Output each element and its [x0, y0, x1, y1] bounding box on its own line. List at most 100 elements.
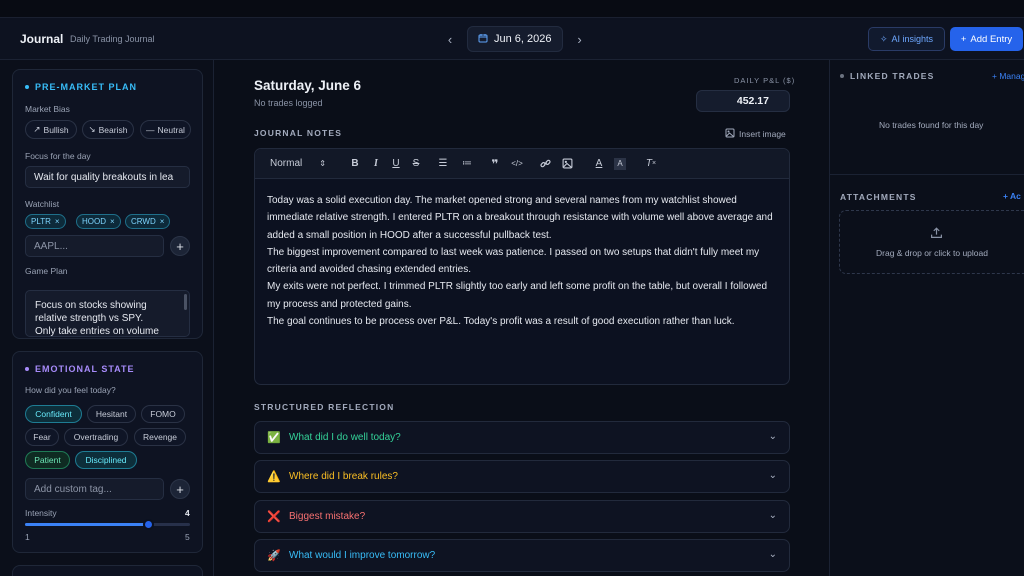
- bold-icon[interactable]: B: [344, 154, 366, 174]
- ai-insights-label: AI insights: [891, 34, 934, 44]
- previous-day-chevron-icon[interactable]: ‹: [441, 30, 459, 48]
- chevron-down-icon[interactable]: ⌄: [769, 431, 777, 442]
- link-icon[interactable]: [532, 154, 558, 174]
- intensity-value: 4: [185, 508, 190, 518]
- add-tag-plus-icon[interactable]: +: [170, 479, 190, 499]
- add-entry-button[interactable]: + Add Entry: [950, 27, 1023, 51]
- custom-tag-input[interactable]: Add custom tag...: [25, 478, 164, 500]
- watchlist-input[interactable]: AAPL...: [25, 235, 164, 257]
- emotion-tag-fomo[interactable]: FOMO: [141, 405, 185, 423]
- quote-icon[interactable]: ❞: [482, 154, 508, 174]
- date-navigator: ‹ Jun 6, 2026 ›: [441, 26, 589, 52]
- reflection-broke-rules[interactable]: ⚠️ Where did I break rules? ⌄: [254, 460, 790, 493]
- journal-notes-heading: JOURNAL NOTES: [254, 128, 343, 138]
- code-icon[interactable]: </>: [508, 154, 526, 174]
- remove-tag-icon[interactable]: ×: [55, 217, 60, 226]
- select-arrows-icon: ⇕: [319, 159, 326, 168]
- watchlist-tag[interactable]: CRWD ×: [125, 214, 171, 229]
- emotion-tag-revenge[interactable]: Revenge: [134, 428, 186, 446]
- journal-main: Saturday, June 6 No trades logged DAILY …: [214, 60, 829, 576]
- ordered-list-icon[interactable]: ☰: [430, 154, 456, 174]
- daily-pnl-input[interactable]: 452.17: [696, 90, 790, 112]
- next-section-card: [12, 565, 203, 576]
- sparkle-icon: ✧: [879, 33, 888, 44]
- next-day-chevron-icon[interactable]: ›: [571, 30, 589, 48]
- emotion-tag-disciplined[interactable]: Disciplined: [75, 451, 137, 469]
- bias-bullish-button[interactable]: ↗ Bullish: [25, 120, 77, 139]
- game-plan-line: relative strength vs SPY.: [35, 313, 144, 324]
- watchlist-tag-label: PLTR: [31, 217, 51, 226]
- trade-count-status: No trades logged: [254, 98, 323, 108]
- emotion-tag-patient[interactable]: Patient: [25, 451, 70, 469]
- ai-insights-button[interactable]: ✧ AI insights: [868, 27, 945, 51]
- chevron-down-icon[interactable]: ⌄: [769, 470, 777, 481]
- intensity-label: Intensity: [25, 508, 57, 518]
- textarea-scrollbar[interactable]: [184, 294, 187, 310]
- pre-market-plan-title-text: PRE-MARKET PLAN: [35, 82, 137, 92]
- pre-market-plan-card: PRE-MARKET PLAN Market Bias ↗ Bullish ↘ Be…: [12, 69, 203, 339]
- emotional-state-card: EMOTIONAL STATE How did you feel today? …: [12, 351, 203, 553]
- italic-icon[interactable]: I: [366, 154, 386, 174]
- note-paragraph: My exits were not perfect. I trimmed PLT…: [267, 281, 768, 310]
- reflection-biggest-mistake[interactable]: ❌ Biggest mistake? ⌄: [254, 500, 790, 533]
- market-bias-label: Market Bias: [25, 104, 70, 114]
- game-plan-line: Focus on stocks showing: [35, 300, 147, 311]
- intensity-slider-handle[interactable]: [143, 519, 155, 530]
- upload-icon: [930, 226, 943, 242]
- watchlist-label: Watchlist: [25, 199, 60, 209]
- chevron-down-icon[interactable]: ⌄: [769, 510, 777, 521]
- reflection-label: What did I do well today?: [289, 432, 401, 443]
- feeling-question: How did you feel today?: [25, 385, 116, 395]
- linked-trades-heading: LINKED TRADES: [840, 71, 935, 81]
- emotion-tag-fear[interactable]: Fear: [25, 428, 59, 446]
- plus-icon: +: [960, 33, 967, 45]
- game-plan-line: Only take entries on volume: [35, 326, 159, 337]
- text-format-select[interactable]: Normal ⇕: [270, 154, 332, 174]
- remove-tag-icon[interactable]: ×: [110, 217, 115, 226]
- bias-bearish-button[interactable]: ↘ Bearish: [82, 120, 134, 139]
- remove-tag-icon[interactable]: ×: [160, 217, 165, 226]
- note-paragraph: Today was a solid execution day. The mar…: [267, 195, 773, 241]
- intensity-slider[interactable]: [25, 519, 190, 530]
- current-date-label: Jun 6, 2026: [494, 33, 552, 45]
- emotion-tag-confident[interactable]: Confident: [25, 405, 82, 423]
- daily-pnl-label: DAILY P&L ($): [734, 76, 796, 85]
- bias-neutral-button[interactable]: — Neutral: [140, 120, 191, 139]
- editor-toolbar: Normal ⇕ B I U S ☰ ≔ ❞ </> A A T ×: [255, 149, 789, 179]
- attachment-dropzone[interactable]: Drag & drop or click to upload: [839, 210, 1024, 274]
- bullet-list-icon[interactable]: ≔: [456, 154, 478, 174]
- highlight-color-icon[interactable]: A: [614, 157, 626, 170]
- manage-trades-link[interactable]: + Manag: [992, 71, 1024, 81]
- add-attachment-button[interactable]: + Ac: [1003, 191, 1021, 201]
- date-picker-button[interactable]: Jun 6, 2026: [467, 26, 563, 52]
- text-color-icon[interactable]: A: [584, 154, 614, 174]
- left-sidebar: PRE-MARKET PLAN Market Bias ↗ Bullish ↘ Be…: [0, 60, 214, 576]
- pre-market-plan-title: PRE-MARKET PLAN: [25, 82, 137, 92]
- bias-bearish-label: Bearish: [98, 124, 128, 135]
- add-ticker-plus-icon[interactable]: +: [170, 236, 190, 256]
- editor-content[interactable]: Today was a solid execution day. The mar…: [255, 179, 789, 330]
- watchlist-tag-label: HOOD: [82, 217, 106, 226]
- focus-input[interactable]: Wait for quality breakouts in lea: [25, 166, 190, 188]
- watchlist-tag[interactable]: HOOD ×: [76, 214, 121, 229]
- clear-format-icon[interactable]: T ×: [634, 154, 668, 174]
- warning-icon: ⚠️: [267, 471, 281, 483]
- trend-up-icon: ↗: [33, 124, 41, 134]
- strikethrough-icon[interactable]: S: [406, 154, 426, 174]
- intensity-min: 1: [25, 532, 30, 542]
- structured-reflection-heading: STRUCTURED REFLECTION: [254, 402, 395, 412]
- reflection-did-well[interactable]: ✅ What did I do well today? ⌄: [254, 421, 790, 454]
- underline-icon[interactable]: U: [386, 154, 406, 174]
- watchlist-tag[interactable]: PLTR ×: [25, 214, 66, 229]
- section-dot-icon: [25, 85, 29, 89]
- rocket-icon: 🚀: [267, 550, 281, 562]
- insert-image-button[interactable]: Insert image: [725, 128, 786, 140]
- emotion-tag-hesitant[interactable]: Hesitant: [87, 405, 136, 423]
- emotion-tag-overtrading[interactable]: Overtrading: [64, 428, 128, 446]
- journal-notes-editor[interactable]: Normal ⇕ B I U S ☰ ≔ ❞ </> A A T × Today w…: [254, 148, 790, 385]
- reflection-improve-tomorrow[interactable]: 🚀 What would I improve tomorrow? ⌄: [254, 539, 790, 572]
- chevron-down-icon[interactable]: ⌄: [769, 549, 777, 560]
- image-icon[interactable]: [558, 154, 576, 174]
- game-plan-textarea[interactable]: Focus on stocks showing relative strengt…: [25, 290, 190, 337]
- bias-bullish-label: Bullish: [43, 124, 69, 135]
